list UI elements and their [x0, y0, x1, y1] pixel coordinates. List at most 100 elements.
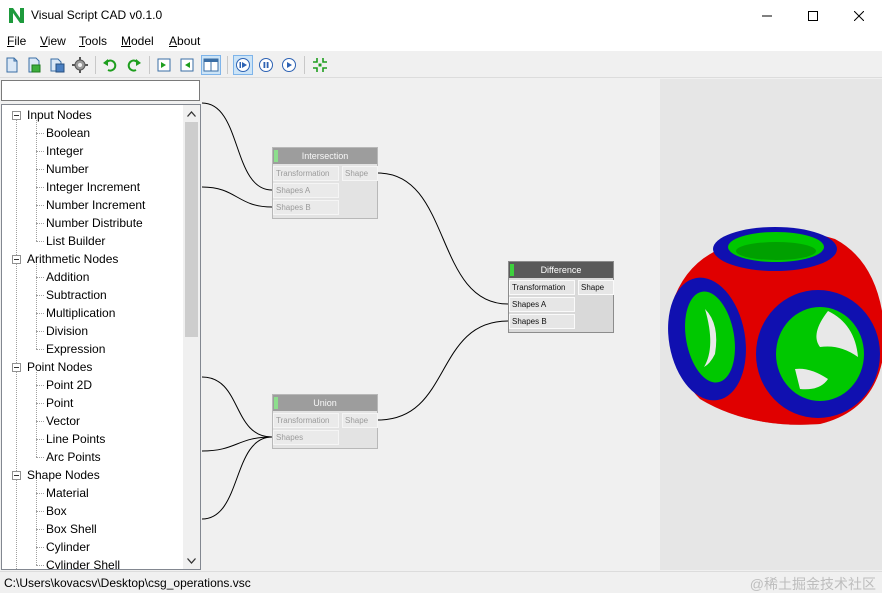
tree-connector: [36, 133, 44, 134]
difference-input-shapes-b[interactable]: Shapes B: [509, 314, 575, 329]
chevron-up-icon: [187, 110, 196, 117]
open-file-icon: [28, 57, 41, 73]
step-button[interactable]: [233, 55, 253, 75]
import-icon: [157, 58, 171, 72]
3d-viewport[interactable]: [660, 79, 882, 570]
wire-union-to-difference-b: [377, 320, 509, 421]
tree-group-label: Arithmetic Nodes: [27, 252, 119, 266]
collapse-toggle-icon[interactable]: [12, 111, 21, 120]
union-output-shape[interactable]: Shape: [342, 413, 378, 428]
close-icon: [854, 10, 864, 21]
tree-item-label: Number Increment: [46, 198, 146, 212]
difference-input-transformation[interactable]: Transformation: [509, 280, 575, 295]
tree-connector: [36, 403, 44, 404]
union-node[interactable]: Union Transformation Shapes Shape: [272, 394, 378, 449]
tree-item-label: Box: [46, 504, 67, 518]
tree-item-label: Arc Points: [46, 450, 101, 464]
tree-item-label: List Builder: [46, 234, 106, 248]
difference-node[interactable]: Difference Transformation Shapes A Shape…: [508, 261, 614, 333]
tree-item-label: Number Distribute: [46, 216, 143, 230]
wire-offscreen-to-union-3: [202, 436, 273, 520]
title-bar: Visual Script CAD v0.1.0: [0, 0, 882, 31]
difference-input-shapes-a[interactable]: Shapes A: [509, 297, 575, 312]
menu-file[interactable]: File: [7, 34, 26, 48]
toolbar: [0, 51, 882, 78]
tree-branch-line: [36, 264, 37, 349]
minimize-button[interactable]: [744, 0, 790, 31]
tree-item-label: Addition: [46, 270, 90, 284]
menu-model[interactable]: Model: [121, 34, 154, 48]
tree-item-label: Box Shell: [46, 522, 97, 536]
menu-bar: File View Tools Model About: [0, 31, 882, 51]
tree-item-label: Line Points: [46, 432, 106, 446]
collapse-toggle-icon[interactable]: [12, 255, 21, 264]
collapse-toggle-icon[interactable]: [12, 363, 21, 372]
union-node-title: Union: [273, 395, 377, 411]
union-input-transformation[interactable]: Transformation: [273, 413, 339, 428]
tree-item-label: Cylinder: [46, 540, 91, 554]
difference-node-title: Difference: [509, 262, 613, 278]
node-status-indicator: [510, 264, 514, 276]
tree-connector: [36, 349, 44, 350]
toolbar-separator: [304, 56, 305, 74]
node-editor-canvas[interactable]: Intersection Transformation Shapes A Sha…: [202, 79, 660, 570]
file-path: C:\Users\kovacsv\Desktop\csg_operations.…: [4, 576, 251, 590]
node-status-indicator: [274, 150, 278, 162]
menu-tools-rest: ools: [85, 34, 108, 48]
wire-offscreen-to-intersection-a: [202, 102, 273, 191]
settings-button[interactable]: [70, 55, 90, 75]
maximize-icon: [808, 10, 818, 21]
menu-view-accel: V: [40, 34, 48, 48]
pause-button[interactable]: [256, 55, 276, 75]
intersection-input-transformation[interactable]: Transformation: [273, 166, 339, 181]
tree-item-label: Integer: [46, 144, 84, 158]
fit-view-button[interactable]: [310, 55, 330, 75]
tree-scrollbar[interactable]: [183, 105, 200, 569]
export-button[interactable]: [177, 55, 197, 75]
scroll-thumb[interactable]: [185, 122, 198, 337]
tree-item-label: Material: [46, 486, 89, 500]
intersection-input-shapes-b[interactable]: Shapes B: [273, 200, 339, 215]
tree-item-label: Point: [46, 396, 74, 410]
tree-connector: [36, 277, 44, 278]
tree-item-label: Boolean: [46, 126, 91, 140]
step-icon: [236, 58, 250, 72]
intersection-node[interactable]: Intersection Transformation Shapes A Sha…: [272, 147, 378, 219]
toolbar-separator: [95, 56, 96, 74]
redo-button[interactable]: [124, 55, 144, 75]
tree-connector: [36, 223, 44, 224]
menu-view[interactable]: View: [40, 34, 66, 48]
import-button[interactable]: [154, 55, 174, 75]
split-view-button[interactable]: [201, 55, 221, 75]
scroll-up-button[interactable]: [183, 105, 200, 122]
maximize-button[interactable]: [790, 0, 836, 31]
window-title: Visual Script CAD v0.1.0: [31, 8, 163, 22]
open-file-button[interactable]: [24, 55, 44, 75]
tree-group-label: Shape Nodes: [27, 468, 100, 482]
menu-about[interactable]: About: [169, 34, 200, 48]
tree-connector: [36, 493, 44, 494]
new-file-button[interactable]: [2, 55, 22, 75]
save-file-button[interactable]: [47, 55, 67, 75]
menu-file-rest: ile: [14, 34, 27, 48]
menu-model-rest: odel: [131, 34, 154, 48]
minimize-icon: [762, 15, 772, 16]
union-input-shapes[interactable]: Shapes: [273, 430, 339, 445]
status-bar: C:\Users\kovacsv\Desktop\csg_operations.…: [0, 571, 882, 593]
tree-connector: [36, 385, 44, 386]
scroll-down-button[interactable]: [183, 552, 200, 569]
tree-branch-line: [36, 480, 37, 565]
intersection-output-shape[interactable]: Shape: [342, 166, 378, 181]
collapse-toggle-icon[interactable]: [12, 471, 21, 480]
play-button[interactable]: [279, 55, 299, 75]
menu-tools[interactable]: Tools: [79, 34, 107, 48]
difference-output-shape[interactable]: Shape: [578, 280, 614, 295]
menu-model-accel: M: [121, 34, 131, 48]
node-search-input[interactable]: [1, 80, 200, 101]
undo-button[interactable]: [100, 55, 120, 75]
intersection-input-shapes-a[interactable]: Shapes A: [273, 183, 339, 198]
tree-connector: [36, 439, 44, 440]
tree-connector: [36, 205, 44, 206]
close-button[interactable]: [836, 0, 882, 31]
tree-connector: [36, 295, 44, 296]
